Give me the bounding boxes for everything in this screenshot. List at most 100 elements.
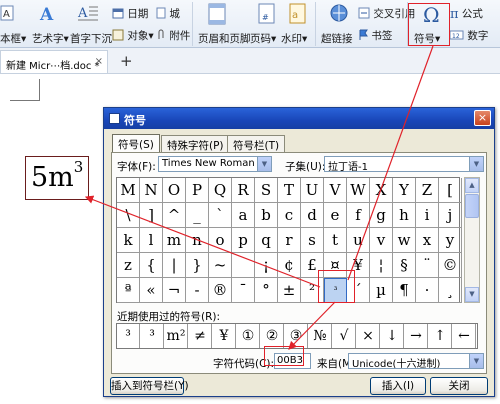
hyperlink-button[interactable]: 超链接 xyxy=(321,31,353,46)
symbol-cell[interactable]: \ xyxy=(117,203,140,228)
symbol-cell[interactable]: l xyxy=(140,228,163,253)
symbol-cell[interactable]: Z xyxy=(416,178,439,203)
symbol-cell[interactable]: T xyxy=(278,178,301,203)
symbol-cell[interactable]: q xyxy=(255,228,278,253)
symbol-cell[interactable]: i xyxy=(416,203,439,228)
number-button[interactable]: 12 数字 xyxy=(449,28,488,43)
bookmark-button[interactable]: 书签 xyxy=(358,28,392,44)
scroll-down-icon[interactable]: ▼ xyxy=(465,287,479,302)
recent-symbol-cell[interactable]: № xyxy=(309,324,332,348)
recent-symbol-cell[interactable]: → xyxy=(405,324,428,348)
symbol-cell[interactable]: e xyxy=(324,203,347,228)
symbol-cell[interactable]: k xyxy=(117,228,140,253)
symbol-cell[interactable]: U xyxy=(301,178,324,203)
art-text-button[interactable]: 艺术字▾ xyxy=(32,31,69,46)
tab-close-icon[interactable]: × xyxy=(95,56,103,67)
symbol-cell[interactable]: V xyxy=(324,178,347,203)
header-footer-button[interactable]: 页眉和页脚 xyxy=(198,31,251,46)
symbol-cell[interactable]: S xyxy=(255,178,278,203)
symbol-cell[interactable]: ¶ xyxy=(393,278,416,303)
symbol-cell[interactable]: - xyxy=(186,278,209,303)
close-button[interactable]: 关闭 xyxy=(430,377,488,395)
from-select[interactable]: Unicode(十六进制) ▼ xyxy=(348,353,484,369)
symbol-cell[interactable]: ¨ xyxy=(416,253,439,278)
symbol-cell[interactable]: s xyxy=(301,228,324,253)
font-select[interactable]: Times New Roman ▼ xyxy=(158,156,272,172)
symbol-cell[interactable]: m xyxy=(163,228,186,253)
symbol-cell[interactable]: « xyxy=(140,278,163,303)
drop-cap-button[interactable]: 首字下沉 xyxy=(70,31,112,46)
symbol-cell[interactable]: N xyxy=(140,178,163,203)
symbol-cell[interactable]: _ xyxy=(186,203,209,228)
symbol-cell[interactable] xyxy=(232,253,255,278)
symbol-grid-scrollbar[interactable]: ▲ ▼ xyxy=(464,177,480,303)
symbol-cell[interactable]: { xyxy=(140,253,163,278)
symbol-cell[interactable]: d xyxy=(301,203,324,228)
symbol-cell[interactable]: t xyxy=(324,228,347,253)
symbol-cell[interactable]: Q xyxy=(209,178,232,203)
symbol-cell[interactable]: [ xyxy=(439,178,462,203)
symbol-cell[interactable]: b xyxy=(255,203,278,228)
tab-special-characters[interactable]: 特殊字符(P) xyxy=(161,135,230,152)
symbol-cell[interactable]: © xyxy=(439,253,462,278)
symbol-cell[interactable]: ¦ xyxy=(370,253,393,278)
symbol-cell[interactable]: ª xyxy=(117,278,140,303)
symbol-cell[interactable]: n xyxy=(186,228,209,253)
symbol-cell[interactable]: · xyxy=(416,278,439,303)
symbol-cell[interactable]: p xyxy=(232,228,255,253)
date-button[interactable]: 日期 xyxy=(112,6,148,22)
attachment-button[interactable]: 附件 xyxy=(156,28,190,44)
recent-symbol-cell[interactable]: ¥ xyxy=(213,324,236,348)
symbol-cell[interactable]: ® xyxy=(209,278,232,303)
symbol-cell[interactable]: z xyxy=(117,253,140,278)
scroll-thumb[interactable] xyxy=(465,194,479,218)
symbol-cell[interactable]: w xyxy=(393,228,416,253)
dialog-title-bar[interactable]: 符号 xyxy=(104,108,494,129)
insert-to-bar-button[interactable]: 插入到符号栏(Y) xyxy=(110,377,189,395)
city-button[interactable]: 城 xyxy=(156,6,180,22)
symbol-cell[interactable]: ¯ xyxy=(232,278,255,303)
symbol-cell[interactable]: X xyxy=(370,178,393,203)
recent-symbol-cell[interactable]: ↑ xyxy=(429,324,452,348)
recent-symbol-cell[interactable]: × xyxy=(357,324,380,348)
symbol-cell[interactable]: u xyxy=(347,228,370,253)
symbol-cell[interactable]: ¬ xyxy=(163,278,186,303)
symbol-cell[interactable]: x xyxy=(416,228,439,253)
formula-button[interactable]: π 公式 xyxy=(450,6,483,22)
symbol-cell[interactable]: ^ xyxy=(163,203,186,228)
symbol-cell[interactable]: v xyxy=(370,228,393,253)
symbol-cell[interactable]: O xyxy=(163,178,186,203)
page-number-button[interactable]: 页码▾ xyxy=(250,31,276,46)
symbol-cell[interactable]: | xyxy=(163,253,186,278)
symbol-cell[interactable]: j xyxy=(439,203,462,228)
symbol-cell[interactable]: h xyxy=(393,203,416,228)
chevron-down-icon[interactable]: ▼ xyxy=(469,157,483,171)
symbol-cell[interactable]: M xyxy=(117,178,140,203)
symbol-cell[interactable]: f xyxy=(347,203,370,228)
symbol-cell[interactable]: ] xyxy=(140,203,163,228)
symbol-cell[interactable]: ¡ xyxy=(255,253,278,278)
recent-symbol-cell[interactable]: ← xyxy=(453,324,476,348)
symbol-cell[interactable]: ~ xyxy=(209,253,232,278)
document-tab[interactable]: 新建 Micr⋯档.doc * × xyxy=(0,50,108,73)
symbol-cell[interactable]: R xyxy=(232,178,255,203)
symbol-cell[interactable]: y xyxy=(439,228,462,253)
new-tab-button[interactable]: + xyxy=(120,52,133,70)
symbol-cell[interactable]: ± xyxy=(278,278,301,303)
recent-symbol-cell[interactable]: ³ xyxy=(141,324,164,348)
symbol-cell[interactable]: P xyxy=(186,178,209,203)
symbol-cell[interactable]: µ xyxy=(370,278,393,303)
symbol-cell[interactable]: ` xyxy=(209,203,232,228)
recent-symbol-cell[interactable]: ③ xyxy=(285,324,308,348)
symbol-cell[interactable]: a xyxy=(232,203,255,228)
symbol-cell[interactable]: r xyxy=(278,228,301,253)
scroll-up-icon[interactable]: ▲ xyxy=(465,178,479,193)
symbol-cell[interactable]: } xyxy=(186,253,209,278)
recent-symbol-cell[interactable]: ³ xyxy=(117,324,140,348)
subset-select[interactable]: 拉丁语-1 ▼ xyxy=(324,156,484,172)
symbol-cell[interactable]: ¸ xyxy=(439,278,462,303)
insert-button[interactable]: 插入(I) xyxy=(370,377,426,395)
chevron-down-icon[interactable]: ▼ xyxy=(469,354,483,368)
symbol-cell[interactable]: Y xyxy=(393,178,416,203)
tab-symbol[interactable]: 符号(S) xyxy=(112,134,160,153)
